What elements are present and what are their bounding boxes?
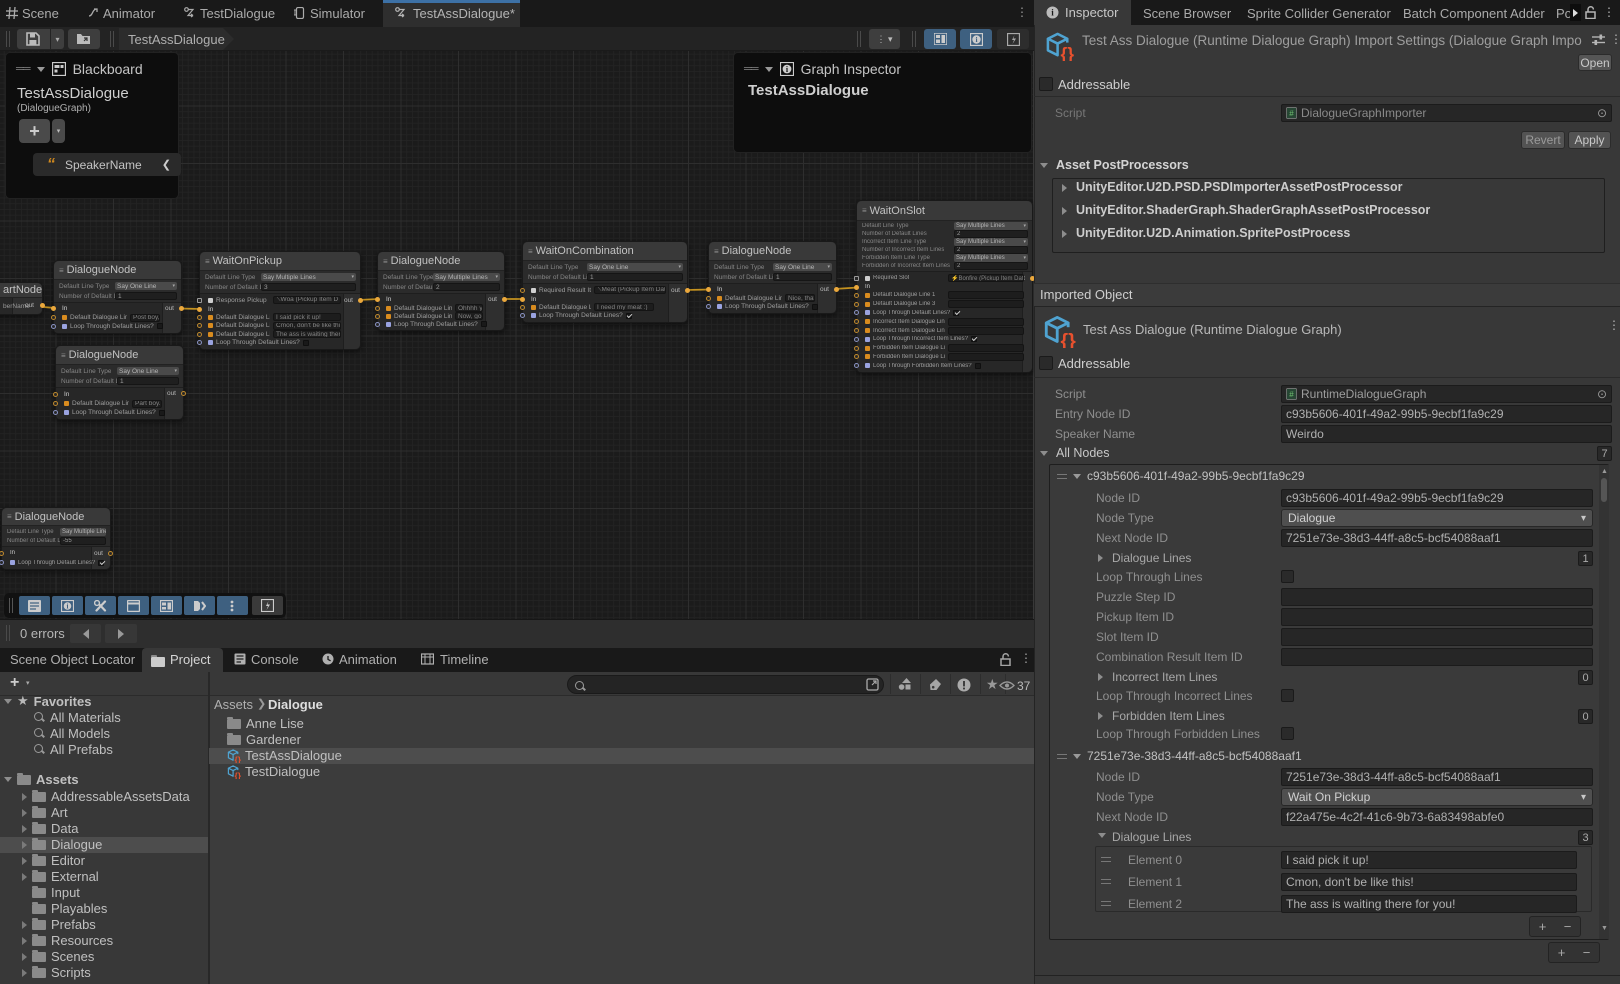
svg-text:{}: {} [235,771,242,779]
svg-text:{}: {} [1061,44,1075,61]
svg-text:{}: {} [1061,330,1077,348]
svg-text:i: i [67,602,69,610]
svg-text:{}: {} [235,755,242,763]
svg-text:i: i [975,35,977,44]
svg-text:#: # [1289,109,1294,118]
svg-text:#: # [1289,390,1294,399]
